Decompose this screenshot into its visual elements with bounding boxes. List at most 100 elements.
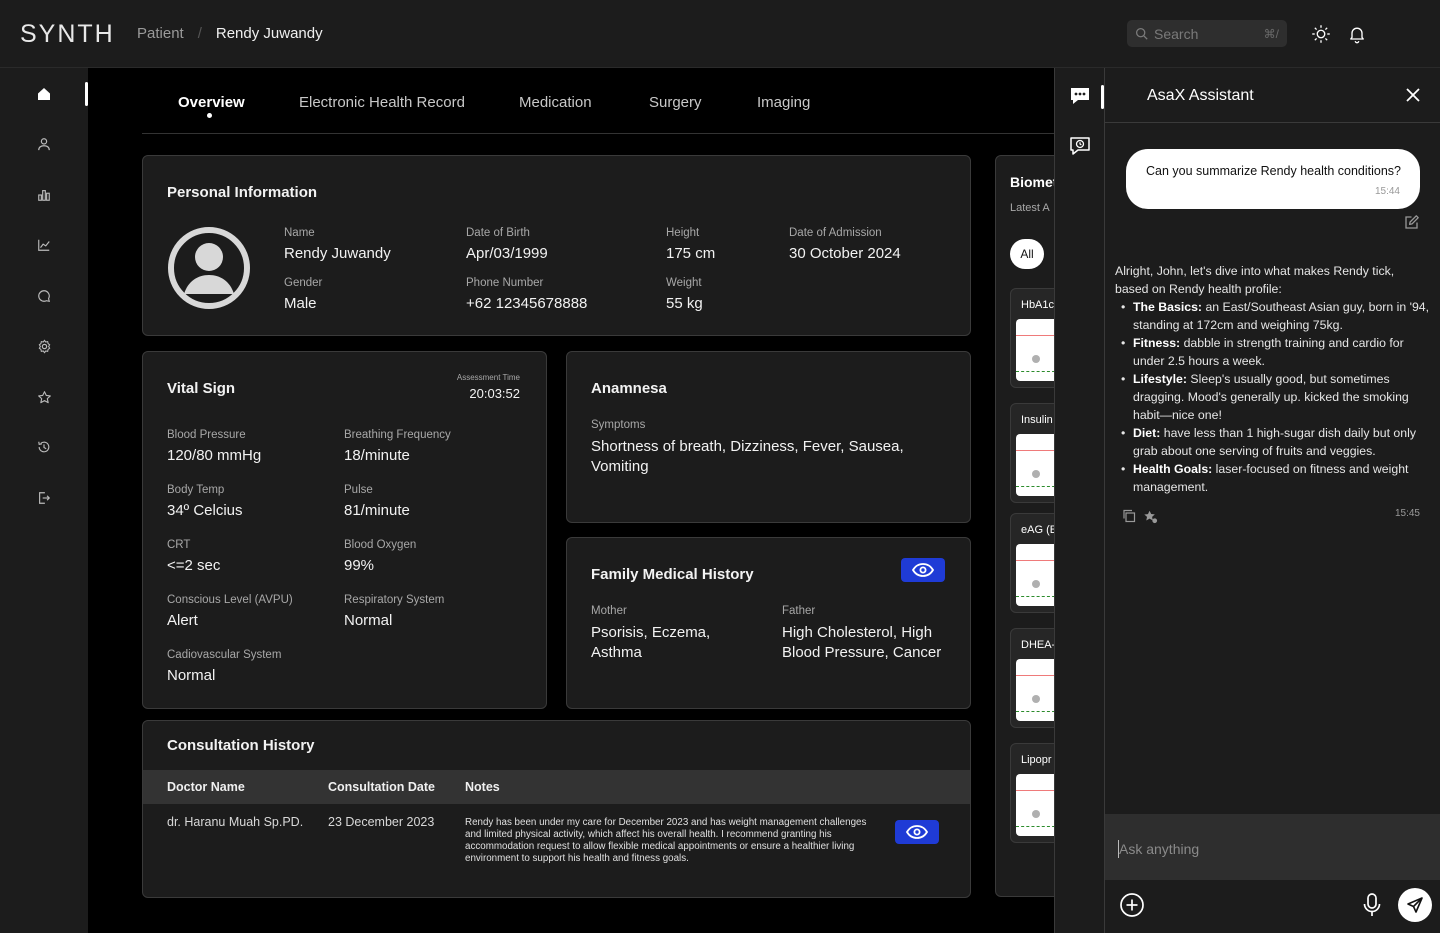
user-message-text: Can you summarize Rendy health condition… <box>1146 164 1401 178</box>
microphone-icon[interactable] <box>1362 892 1382 918</box>
vital-label: Blood Pressure <box>167 429 246 441</box>
assistant-title: AsaX Assistant <box>1147 87 1254 104</box>
vital-value: Alert <box>167 612 198 629</box>
column-header: Doctor Name <box>167 780 245 794</box>
dob-value: Apr/03/1999 <box>466 245 548 262</box>
sidebar <box>0 68 88 933</box>
sidebar-active-indicator <box>85 82 88 106</box>
logout-icon[interactable] <box>34 488 54 508</box>
doctor-name-cell: dr. Haranu Muah Sp.PD. <box>167 815 304 829</box>
app-logo[interactable]: SYNTH <box>20 20 115 49</box>
tab-electronic-health-record[interactable]: Electronic Health Record <box>299 94 465 111</box>
ask-input-placeholder: Ask anything <box>1119 841 1200 857</box>
send-button[interactable] <box>1398 888 1432 922</box>
search-input[interactable]: Search ⌘/ <box>1127 20 1287 47</box>
breadcrumb-patient[interactable]: Patient <box>137 25 184 42</box>
vital-value: 120/80 mmHg <box>167 447 262 464</box>
card-title: Consultation History <box>167 737 315 754</box>
biometric-item-name: eAG (E <box>1021 524 1058 536</box>
chat-history-icon[interactable] <box>1069 135 1091 157</box>
line-chart-icon[interactable] <box>34 235 54 255</box>
ask-input[interactable]: Ask anything <box>1105 814 1440 880</box>
vital-label: Blood Oxygen <box>344 539 417 551</box>
vital-label: Pulse <box>344 484 373 496</box>
vital-value: 99% <box>344 557 375 574</box>
admission-label: Date of Admission <box>789 227 882 239</box>
send-icon <box>1407 897 1423 913</box>
mother-value-line1: Psorisis, Eczema, <box>591 624 711 641</box>
card-title: Family Medical History <box>591 566 754 583</box>
height-label: Height <box>666 227 700 239</box>
assessment-time-label: Assessment Time <box>456 373 520 382</box>
table-header: Doctor Name Consultation Date Notes <box>143 770 970 804</box>
assistant-header: AsaX Assistant <box>1105 68 1440 123</box>
tab-imaging[interactable]: Imaging <box>757 94 810 111</box>
father-value-line2: Blood Pressure, Cancer <box>782 644 942 661</box>
admission-value: 30 October 2024 <box>789 245 901 262</box>
favorite-icon[interactable] <box>1143 509 1158 524</box>
height-value: 175 cm <box>666 245 716 262</box>
phone-label: Phone Number <box>466 277 544 289</box>
gear-icon[interactable] <box>34 336 54 356</box>
copy-icon[interactable] <box>1122 509 1136 523</box>
user-icon[interactable] <box>34 134 54 154</box>
chat-icon[interactable] <box>34 286 54 306</box>
history-icon[interactable] <box>34 437 54 457</box>
view-family-history-button[interactable] <box>901 558 945 582</box>
tab-overview[interactable]: Overview <box>178 94 245 111</box>
vital-value: Normal <box>167 667 216 684</box>
biometric-title: Biomet <box>1010 174 1058 190</box>
avatar <box>168 227 250 309</box>
phone-value: +62 12345678888 <box>466 295 588 312</box>
name-value: Rendy Juwandy <box>284 245 391 262</box>
card-title: Anamnesa <box>591 380 667 397</box>
weight-label: Weight <box>666 277 702 289</box>
breadcrumb-separator: / <box>197 25 202 42</box>
symptoms-value-line2: Vomiting <box>591 458 649 475</box>
tab-bar: Overview Electronic Health Record Medica… <box>142 68 1054 134</box>
search-placeholder: Search <box>1154 25 1199 42</box>
vital-value: <=2 sec <box>167 557 221 574</box>
user-message-time: 15:44 <box>1374 186 1400 197</box>
close-icon[interactable] <box>1405 87 1421 103</box>
bar-chart-icon[interactable] <box>34 185 54 205</box>
assistant-message: Alright, John, let's dive into what make… <box>1115 262 1431 496</box>
list-item: Fitness: dabble in strength training and… <box>1115 334 1431 370</box>
chat-bubble-icon[interactable] <box>1069 85 1091 107</box>
gender-value: Male <box>284 295 317 312</box>
add-icon[interactable] <box>1119 892 1145 918</box>
view-consultation-button[interactable] <box>895 820 939 844</box>
biometric-item-name: Lipopr <box>1021 754 1052 766</box>
home-icon[interactable] <box>34 84 54 104</box>
name-label: Name <box>284 227 315 239</box>
vital-value: 18/minute <box>344 447 410 464</box>
sun-icon[interactable] <box>1311 24 1331 44</box>
mother-value-line2: Asthma <box>591 644 642 661</box>
star-icon[interactable] <box>34 387 54 407</box>
assistant-intro: Alright, John, let's dive into what make… <box>1115 264 1395 296</box>
mother-label: Mother <box>591 605 627 617</box>
vital-label: Cadiovascular System <box>167 649 282 661</box>
vital-value: Normal <box>344 612 393 629</box>
edit-icon[interactable] <box>1404 214 1420 230</box>
biometric-item-name: HbA1c <box>1021 299 1055 311</box>
breadcrumb: Patient / Rendy Juwandy <box>137 25 323 42</box>
biometric-subtitle: Latest A <box>1010 202 1050 214</box>
assistant-rail <box>1054 68 1104 933</box>
tab-medication[interactable]: Medication <box>519 94 592 111</box>
assessment-time-value: 20:03:52 <box>469 386 520 401</box>
biometric-item-name: Insulin <box>1021 414 1053 426</box>
assistant-points: The Basics: an East/Southeast Asian guy,… <box>1115 298 1431 496</box>
list-item: Diet: have less than 1 high-sugar dish d… <box>1115 424 1431 460</box>
father-label: Father <box>782 605 816 617</box>
vital-label: Breathing Frequency <box>344 429 451 441</box>
gender-label: Gender <box>284 277 323 289</box>
list-item: Health Goals: laser-focused on fitness a… <box>1115 460 1431 496</box>
bell-icon[interactable] <box>1347 24 1367 44</box>
father-value-line1: High Cholesterol, High <box>782 624 933 641</box>
column-header: Consultation Date <box>328 780 435 794</box>
filter-all-chip[interactable]: All <box>1010 239 1044 269</box>
personal-information-card: Personal Information Name Rendy Juwandy … <box>142 155 971 336</box>
dob-label: Date of Birth <box>466 227 530 239</box>
tab-surgery[interactable]: Surgery <box>649 94 702 111</box>
